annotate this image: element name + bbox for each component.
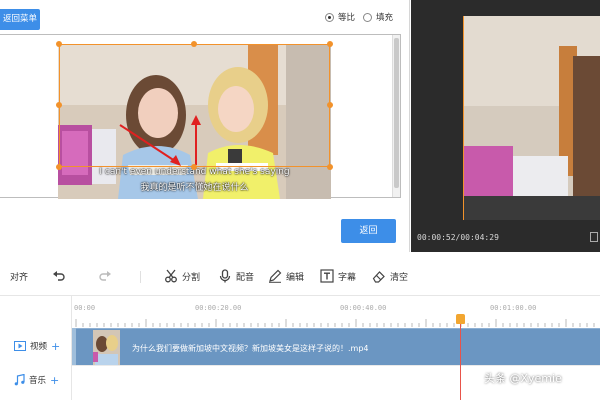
- preview-still-image: [463, 16, 600, 220]
- playback-time: 00:00:52/00:04:29: [417, 233, 499, 242]
- track-label-column: 视频 + 音乐 +: [0, 296, 72, 400]
- scissors-icon: [164, 269, 178, 283]
- tick-label: 00:01:00.00: [490, 304, 537, 312]
- split-label: 分割: [182, 272, 201, 283]
- clip-thumbnail: [93, 330, 120, 365]
- timeline-ruler[interactable]: 00:00 00:00:20.00 00:00:40.00 00:01:00.0…: [72, 296, 600, 328]
- ratio-option-label: 填充: [375, 13, 393, 23]
- edit-label: 编辑: [286, 272, 305, 283]
- tick-label: 00:00:40.00: [340, 304, 387, 312]
- split-button[interactable]: 分割: [164, 269, 200, 283]
- pencil-icon: [268, 269, 282, 283]
- clear-button[interactable]: 清空: [372, 269, 408, 283]
- fullscreen-icon[interactable]: [590, 232, 598, 242]
- radio-unchecked-icon[interactable]: [362, 12, 372, 22]
- crop-handle-left[interactable]: [56, 102, 62, 108]
- crop-handle-right[interactable]: [327, 102, 333, 108]
- video-clip[interactable]: 为什么我们要做新加坡中文视频？新加坡美女是这样子说的！.mp4: [76, 328, 600, 365]
- crop-handle-top[interactable]: [191, 41, 197, 47]
- redo-icon: [98, 269, 112, 283]
- ratio-option-label: 等比: [337, 13, 355, 23]
- align-label: 对齐: [10, 272, 29, 283]
- crop-handle-bottom-right[interactable]: [327, 164, 333, 170]
- video-track-label: 视频: [30, 342, 48, 352]
- crop-editor-panel: 返回菜单 等比 填充 I can't even understand what …: [0, 0, 410, 252]
- add-audio-icon[interactable]: +: [50, 375, 59, 386]
- clear-label: 清空: [390, 272, 409, 283]
- add-video-icon[interactable]: +: [51, 341, 60, 352]
- align-icon: [0, 269, 6, 283]
- preview-panel: 00:00:52/00:04:29: [411, 0, 600, 252]
- clip-title: 为什么我们要做新加坡中文视频？新加坡美女是这样子说的！.mp4: [132, 344, 369, 353]
- preview-video: [463, 16, 600, 220]
- video-track-icon: [14, 341, 26, 351]
- edit-toolbar: 对齐 分割 配音 编辑 字幕 清空: [0, 258, 600, 296]
- preview-crop-edge: [463, 16, 464, 220]
- radio-checked-icon[interactable]: [324, 12, 334, 22]
- crop-selection-box[interactable]: [59, 44, 330, 167]
- back-to-menu-button[interactable]: 返回菜单: [0, 9, 40, 30]
- ratio-option-group: 等比 填充: [317, 11, 393, 23]
- music-note-icon: [14, 374, 25, 386]
- vertical-scrollbar[interactable]: [392, 35, 400, 197]
- undo-icon: [52, 269, 66, 283]
- ratio-option-proportional[interactable]: 等比: [324, 11, 355, 23]
- playhead-handle[interactable]: [456, 314, 465, 324]
- crop-handle-top-right[interactable]: [327, 41, 333, 47]
- video-editor-window: 返回菜单 等比 填充 I can't even understand what …: [0, 0, 600, 400]
- toolbar-divider: [140, 271, 141, 283]
- tick-label: 00:00: [74, 304, 96, 312]
- video-track: 为什么我们要做新加坡中文视频？新加坡美女是这样子说的！.mp4: [72, 328, 600, 365]
- subtitle-label: 字幕: [338, 272, 357, 283]
- ruler-ticks: [75, 319, 595, 327]
- redo-button[interactable]: [98, 269, 116, 283]
- crop-handle-bottom-left[interactable]: [56, 164, 62, 170]
- video-track-header: 视频 +: [14, 340, 60, 352]
- ratio-option-fill[interactable]: 填充: [362, 11, 393, 23]
- subtitle-button[interactable]: 字幕: [320, 269, 356, 283]
- undo-button[interactable]: [52, 269, 70, 283]
- audio-track-header: 音乐 +: [14, 374, 59, 386]
- crop-handle-bottom[interactable]: [191, 164, 197, 170]
- edit-button[interactable]: 编辑: [268, 269, 304, 283]
- dub-label: 配音: [236, 272, 255, 283]
- scrollbar-thumb[interactable]: [394, 38, 399, 188]
- crop-handle-top-left[interactable]: [56, 41, 62, 47]
- playhead-line[interactable]: [460, 316, 461, 400]
- subtitle-line-chinese: 我真的是听不懂她在说什么: [140, 183, 249, 193]
- return-button[interactable]: 返回: [341, 219, 396, 243]
- text-t-icon: [320, 269, 334, 283]
- microphone-icon: [218, 269, 232, 283]
- align-button[interactable]: 对齐: [0, 269, 28, 283]
- eraser-icon: [372, 269, 386, 283]
- dub-button[interactable]: 配音: [218, 269, 254, 283]
- tick-label: 00:00:20.00: [195, 304, 242, 312]
- watermark-text: 头条 @Xyemie: [484, 372, 562, 385]
- audio-track-label: 音乐: [29, 376, 47, 386]
